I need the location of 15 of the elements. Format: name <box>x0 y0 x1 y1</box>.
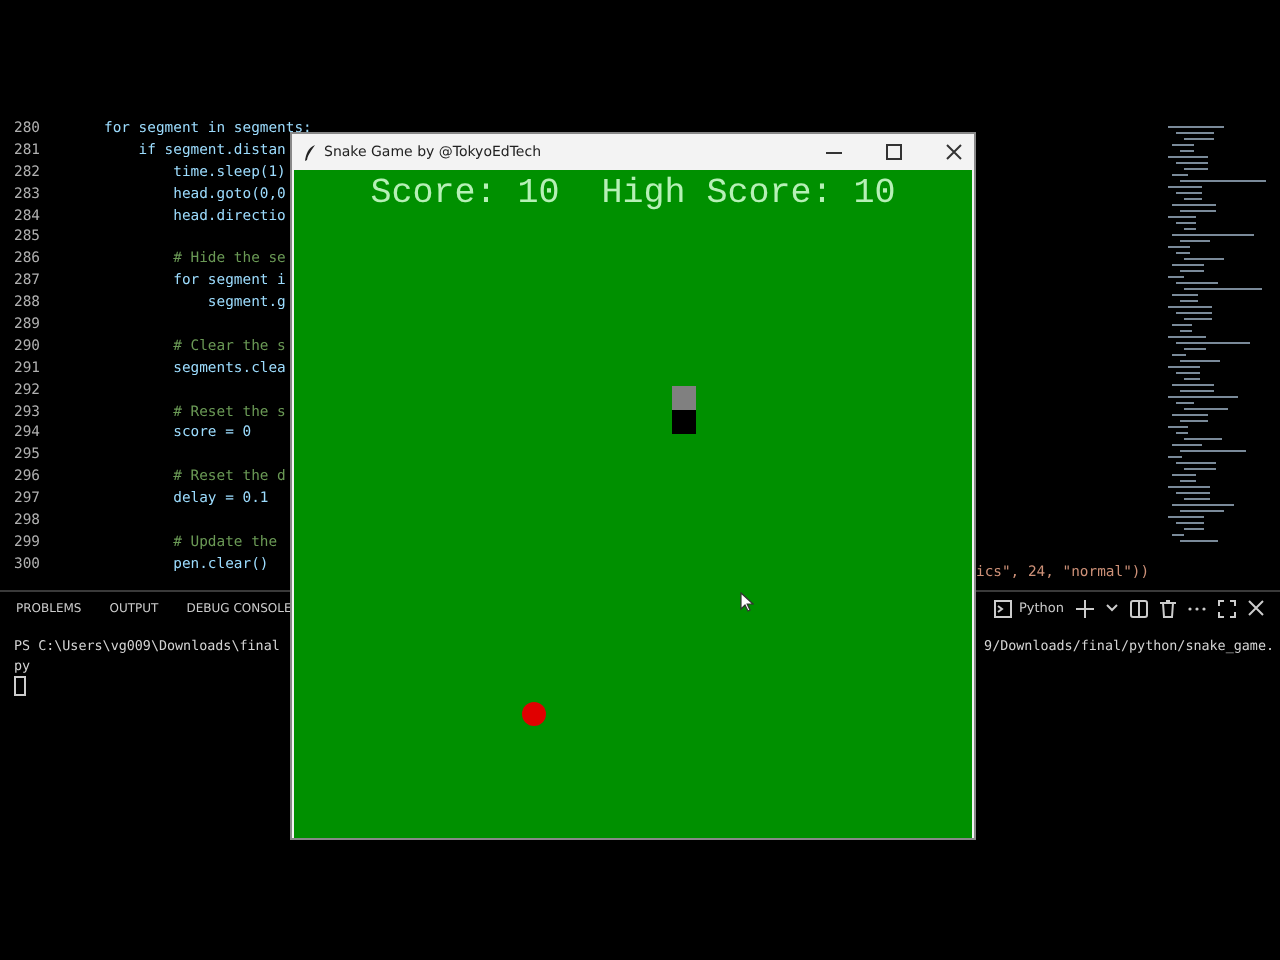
food-dot <box>522 702 546 726</box>
caret-icon[interactable] <box>1106 604 1118 612</box>
close-icon[interactable] <box>946 144 962 160</box>
mouse-cursor-icon <box>740 592 754 612</box>
terminal-icon <box>994 599 1013 617</box>
snake-head <box>672 410 696 434</box>
terminal-cursor <box>14 676 26 696</box>
plus-icon[interactable] <box>1076 599 1094 617</box>
split-icon[interactable] <box>1130 599 1148 617</box>
trash-icon[interactable] <box>1160 599 1176 617</box>
more-icon[interactable] <box>1188 605 1206 611</box>
maximize-icon[interactable] <box>886 144 902 160</box>
score-text: Score: 10 High Score: 10 <box>368 174 898 214</box>
snake-segment <box>672 386 696 410</box>
feather-icon <box>304 143 316 161</box>
